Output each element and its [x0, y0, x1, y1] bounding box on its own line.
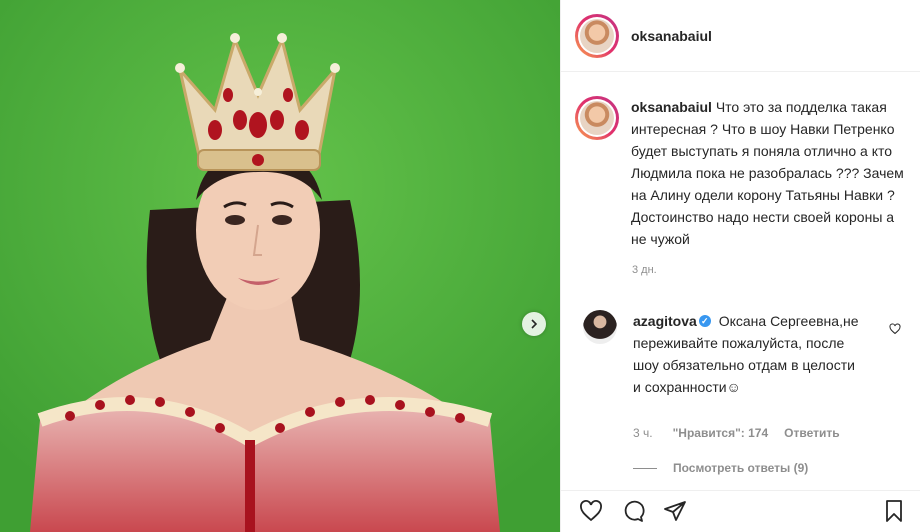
view-replies-label: Посмотреть ответы (9): [673, 461, 809, 475]
post-sidebar: oksanabaiul oksanabaiul Что это за подде…: [560, 0, 920, 532]
post-caption: oksanabaiul Что это за подделка такая ин…: [561, 72, 920, 250]
instagram-post: oksanabaiul oksanabaiul Что это за подде…: [0, 0, 920, 532]
like-button[interactable]: [579, 499, 603, 523]
bookmark-icon: [886, 500, 902, 522]
commenter-avatar[interactable]: [583, 310, 617, 344]
save-button[interactable]: [882, 499, 906, 528]
share-button[interactable]: [663, 499, 687, 523]
comment-meta: 3 ч. "Нравится": 174 Ответить: [633, 426, 840, 440]
commenter-username[interactable]: azagitova: [633, 313, 697, 329]
post-timestamp[interactable]: 3 дн.: [632, 264, 920, 276]
caption-author-avatar[interactable]: [575, 96, 619, 140]
comment-item: azagitova ✓ Оксана Сергеевна,не переживай…: [561, 310, 920, 398]
view-replies-button[interactable]: Посмотреть ответы (9): [633, 461, 808, 475]
chevron-right-icon: [531, 319, 538, 329]
caption-author-username[interactable]: oksanabaiul: [631, 99, 712, 115]
comment-icon: [624, 500, 645, 522]
heart-icon: [889, 323, 901, 335]
caption-text-block: oksanabaiul Что это за подделка такая ин…: [631, 96, 906, 250]
verified-badge-icon: ✓: [698, 315, 711, 328]
share-icon: [664, 501, 686, 521]
comment-button[interactable]: [621, 499, 645, 523]
author-avatar[interactable]: [575, 13, 619, 58]
author-username[interactable]: oksanabaiul: [631, 28, 712, 44]
comment-like-button[interactable]: [889, 322, 901, 340]
next-photo-button[interactable]: [522, 312, 546, 336]
caption-text: Что это за подделка такая интересная ? Ч…: [631, 99, 904, 247]
reply-button[interactable]: Ответить: [784, 426, 839, 440]
comment-timestamp[interactable]: 3 ч.: [633, 426, 653, 440]
post-photo[interactable]: [0, 0, 560, 532]
comment-likes[interactable]: "Нравится": 174: [673, 426, 769, 440]
replies-divider: [633, 467, 657, 469]
crowned-woman-photo: [0, 0, 560, 532]
comment-text-block: azagitova ✓ Оксана Сергеевна,не переживай…: [633, 310, 863, 398]
post-actions: [561, 490, 920, 532]
heart-icon: [580, 500, 602, 522]
post-header: oksanabaiul: [561, 0, 920, 72]
